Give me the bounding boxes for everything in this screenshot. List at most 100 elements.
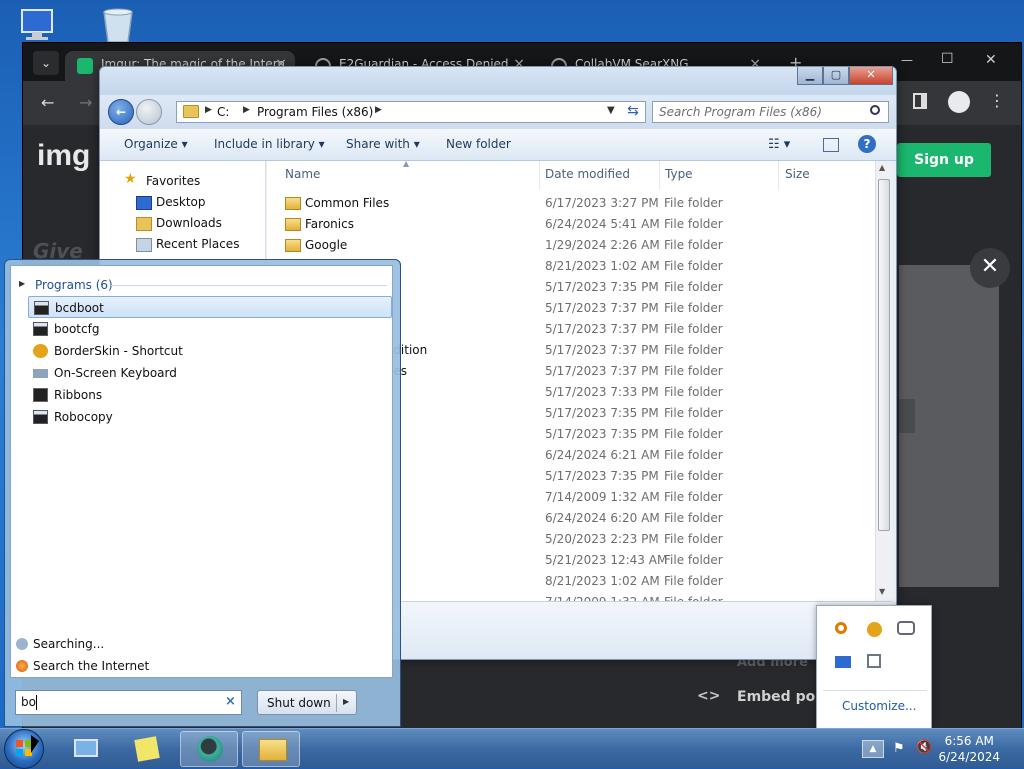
file-date-modified: 5/20/2023 2:23 PM xyxy=(545,532,659,546)
address-bar[interactable]: ▶ C: ▶ Program Files (x86) ▶ ▼ xyxy=(176,101,646,123)
borderskin-tray-icon[interactable] xyxy=(867,622,882,637)
tray-app-icon[interactable] xyxy=(897,621,915,635)
breadcrumb-c-drive[interactable]: C: xyxy=(217,105,229,119)
sign-up-button[interactable]: Sign up xyxy=(897,143,991,177)
forward-arrow-icon[interactable]: → xyxy=(79,93,92,112)
close-window-button[interactable]: ✕ xyxy=(985,52,997,68)
clear-search-icon[interactable]: × xyxy=(225,694,236,709)
taskbar-remote-desktop[interactable] xyxy=(56,731,114,767)
help-icon[interactable]: ? xyxy=(858,135,876,153)
preview-pane-icon[interactable] xyxy=(823,138,839,152)
sort-arrow-icon: ▲ xyxy=(403,161,410,168)
searching-text: Searching... xyxy=(33,637,105,651)
file-row[interactable]: Common Files 6/17/2023 3:27 PM File folder xyxy=(267,193,875,214)
action-center-flag-icon[interactable]: ⚑ xyxy=(893,741,905,756)
program-result-item[interactable]: On-Screen Keyboard xyxy=(28,362,392,384)
searching-icon xyxy=(16,638,28,650)
program-result-item[interactable]: bootcfg xyxy=(28,318,392,340)
post-panel xyxy=(899,265,999,587)
address-dropdown-icon[interactable]: ▼ xyxy=(607,105,615,116)
explorer-maximize-button[interactable]: ▢ xyxy=(823,67,849,85)
group-expand-arrow-icon[interactable]: ▶ xyxy=(19,279,25,288)
volume-muted-icon[interactable]: 🔇 xyxy=(916,740,932,755)
program-result-label: On-Screen Keyboard xyxy=(54,366,177,380)
menu-kebab-icon[interactable]: ⋮ xyxy=(989,91,1005,110)
search-input[interactable]: Search Program Files (x86) xyxy=(652,101,889,123)
start-search-input[interactable]: bo × xyxy=(15,690,242,715)
customize-link[interactable]: Customize... xyxy=(842,699,916,713)
program-result-item[interactable]: Robocopy xyxy=(28,406,392,428)
explorer-folder-icon xyxy=(259,739,287,761)
back-arrow-icon[interactable]: ← xyxy=(41,93,54,112)
file-type: File folder xyxy=(664,385,723,399)
show-hidden-icons-button[interactable]: ▲ xyxy=(862,740,884,758)
imgur-logo[interactable]: img xyxy=(37,139,90,173)
file-list-scrollbar[interactable]: ▲ ▼ xyxy=(875,161,892,601)
nav-downloads[interactable]: Downloads xyxy=(156,216,222,230)
file-row[interactable]: Google 1/29/2024 2:26 AM File folder xyxy=(267,235,875,256)
overlay-close-button[interactable]: ✕ xyxy=(970,248,1010,288)
forward-button-icon[interactable] xyxy=(136,99,162,125)
taskbar-sticky-notes[interactable] xyxy=(118,731,176,767)
code-brackets-icon: <> xyxy=(697,688,721,704)
column-header-type[interactable]: Type xyxy=(665,167,693,181)
text-cursor xyxy=(36,695,37,710)
program-result-label: Robocopy xyxy=(54,410,113,424)
scroll-down-arrow-icon[interactable]: ▼ xyxy=(879,587,885,596)
network-tray-icon[interactable] xyxy=(867,654,881,668)
share-with-button[interactable]: Share with ▾ xyxy=(346,137,420,151)
favorites-star-icon: ★ xyxy=(124,171,137,187)
program-result-item[interactable]: bcdboot xyxy=(28,296,392,318)
program-result-item[interactable]: BorderSkin - Shortcut xyxy=(28,340,392,362)
view-options-icon[interactable]: ☷ ▾ xyxy=(768,137,790,152)
shut-down-button[interactable]: Shut down ▶ xyxy=(257,690,357,715)
file-date-modified: 5/17/2023 7:37 PM xyxy=(545,301,659,315)
keyboard-icon xyxy=(33,369,48,378)
breadcrumb-chevron-icon[interactable]: ▶ xyxy=(205,105,212,115)
explorer-close-button[interactable]: ✕ xyxy=(849,67,893,85)
tray-separator xyxy=(823,690,927,691)
programs-group-header[interactable]: Programs (6) xyxy=(35,278,113,292)
column-header-name[interactable]: Name xyxy=(285,167,320,181)
display-tray-icon[interactable] xyxy=(835,656,851,668)
new-folder-button[interactable]: New folder xyxy=(446,137,511,151)
explorer-minimize-button[interactable]: ▁ xyxy=(797,67,823,85)
include-in-library-button[interactable]: Include in library ▾ xyxy=(214,137,325,151)
shutdown-options-arrow-icon[interactable]: ▶ xyxy=(343,697,349,706)
browser-app-icon xyxy=(197,736,223,762)
refresh-button-icon[interactable]: ⇆ xyxy=(622,101,644,123)
nav-desktop[interactable]: Desktop xyxy=(156,195,206,209)
organize-button[interactable]: Organize ▾ xyxy=(124,137,188,151)
breadcrumb-chevron-icon[interactable]: ▶ xyxy=(243,105,250,115)
nav-favorites[interactable]: Favorites xyxy=(146,174,200,188)
monitor-icon xyxy=(74,739,98,757)
breadcrumb-chevron-icon[interactable]: ▶ xyxy=(375,105,382,115)
breadcrumb-program-files-x86[interactable]: Program Files (x86) xyxy=(257,105,373,119)
column-header-size[interactable]: Size xyxy=(785,167,810,181)
file-row[interactable]: Faronics 6/24/2024 5:41 AM File folder xyxy=(267,214,875,235)
program-result-item[interactable]: Ribbons xyxy=(28,384,392,406)
magnifier-tray-icon[interactable] xyxy=(835,622,847,634)
file-type: File folder xyxy=(664,553,723,567)
file-date-modified: 5/17/2023 7:37 PM xyxy=(545,322,659,336)
minimize-window-button[interactable]: — xyxy=(901,53,913,67)
file-type: File folder xyxy=(664,322,723,336)
program-result-label: BorderSkin - Shortcut xyxy=(54,344,183,358)
file-date-modified: 5/17/2023 7:35 PM xyxy=(545,280,659,294)
taskbar-explorer[interactable] xyxy=(242,731,300,767)
side-panel-icon[interactable] xyxy=(913,93,927,109)
scroll-up-arrow-icon[interactable]: ▲ xyxy=(879,163,885,172)
taskbar-browser[interactable] xyxy=(180,731,238,767)
scrollbar-thumb[interactable] xyxy=(878,179,890,531)
file-date-modified: 1/29/2024 2:26 AM xyxy=(545,238,660,252)
nav-recent-places[interactable]: Recent Places xyxy=(156,237,239,251)
file-type: File folder xyxy=(664,196,723,210)
profile-avatar-icon[interactable] xyxy=(948,91,970,113)
column-header-date-modified[interactable]: Date modified xyxy=(545,167,630,181)
back-button-icon[interactable]: ← xyxy=(108,99,134,125)
maximize-window-button[interactable]: ☐ xyxy=(941,51,954,67)
tab-list-button[interactable]: ⌄ xyxy=(33,51,59,75)
search-internet-link[interactable]: Search the Internet xyxy=(33,659,149,673)
system-clock[interactable]: 6:56 AM 6/24/2024 xyxy=(938,733,1000,765)
file-type: File folder xyxy=(664,259,723,273)
